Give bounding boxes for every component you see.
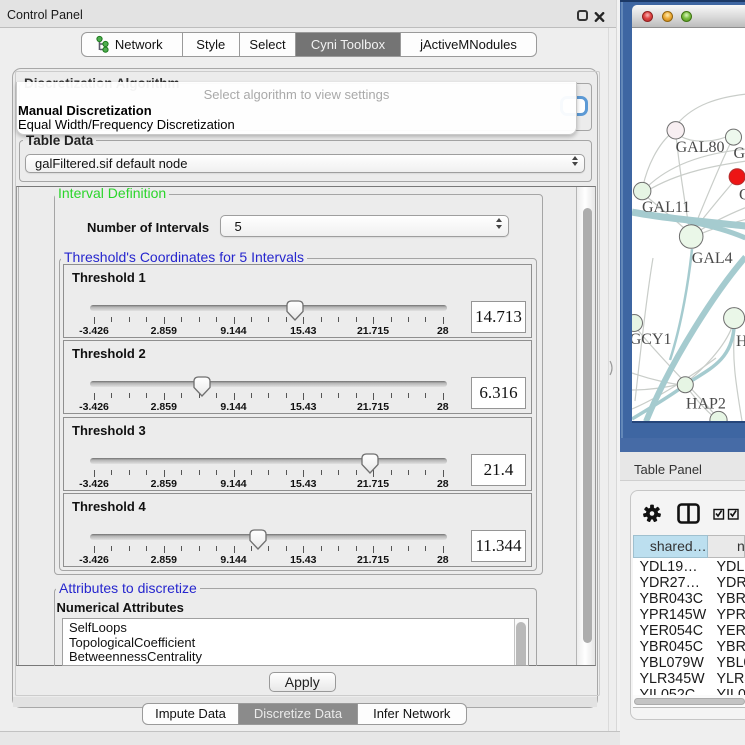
svg-text:GA: GA [733,145,745,162]
svg-text:GCY1: GCY1 [632,330,671,347]
svg-text:C: C [739,186,745,203]
svg-text:HAP2: HAP2 [685,395,725,412]
svg-text:GAL4: GAL4 [691,250,732,267]
svg-text:GAL11: GAL11 [642,199,690,216]
svg-text:GAL80: GAL80 [675,139,724,156]
svg-text:H: H [736,333,745,350]
